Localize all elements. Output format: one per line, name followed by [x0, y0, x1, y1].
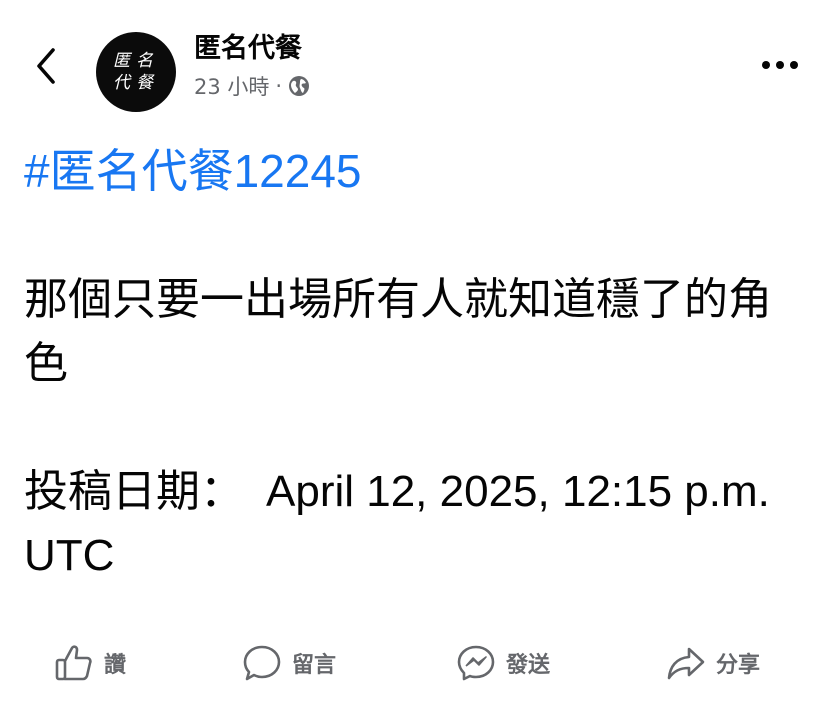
more-options-button[interactable]: [754, 48, 806, 82]
avatar-text: 匿名代餐: [113, 51, 159, 93]
chevron-left-icon: [37, 48, 55, 84]
post-meta: 23 小時 ·: [194, 72, 310, 100]
messenger-icon: [457, 645, 495, 681]
post-text: 那個只要一出場所有人就知道穩了的角色: [24, 275, 772, 388]
thumbs-up-icon: [55, 645, 92, 681]
share-label: 分享: [716, 653, 761, 678]
share-arrow-icon: [667, 647, 705, 680]
like-label: 讚: [104, 653, 127, 678]
send-label: 發送: [506, 653, 551, 678]
globe-icon: [289, 76, 310, 96]
post-time[interactable]: 23 小時: [194, 71, 269, 101]
action-bar: 讚 留言 發送 分享: [0, 628, 828, 698]
page-avatar[interactable]: 匿名代餐: [96, 32, 176, 112]
hashtag-link[interactable]: #匿名代餐12245: [24, 138, 362, 204]
back-button[interactable]: [26, 44, 66, 88]
share-button[interactable]: 分享: [666, 628, 760, 698]
submission-date: 投稿日期： April 12, 2025, 12:15 p.m. UTC: [24, 467, 783, 580]
more-horizontal-icon: [762, 61, 798, 69]
post-body: #匿名代餐12245 那個只要一出場所有人就知道穩了的角色 投稿日期： Apri…: [24, 138, 804, 588]
page-name[interactable]: 匿名代餐: [194, 32, 302, 66]
like-button[interactable]: 讚: [54, 628, 126, 698]
post-header: 匿名代餐 匿名代餐 23 小時 ·: [0, 0, 828, 120]
send-button[interactable]: 發送: [456, 628, 550, 698]
comment-label: 留言: [292, 653, 337, 678]
meta-separator: ·: [275, 74, 283, 98]
comment-bubble-icon: [243, 645, 281, 681]
comment-button[interactable]: 留言: [242, 628, 336, 698]
